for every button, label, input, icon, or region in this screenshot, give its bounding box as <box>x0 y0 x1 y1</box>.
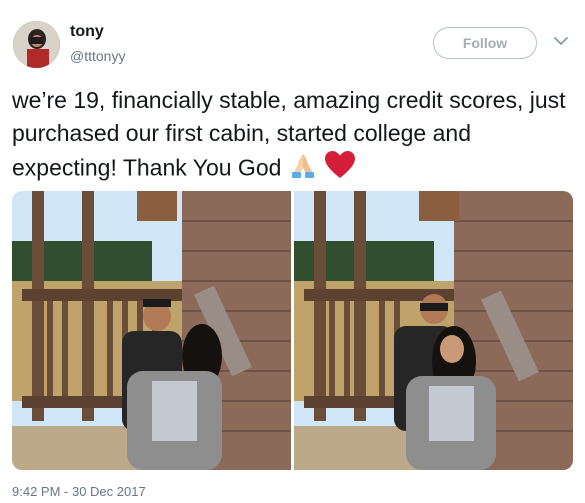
folded-hands-icon <box>288 150 318 189</box>
tweet-text: we’re 19, financially stable, amazing cr… <box>12 84 572 189</box>
author-name[interactable]: tony <box>70 23 104 41</box>
tweet-photo-left[interactable] <box>12 191 291 470</box>
author-handle[interactable]: @tttonyy <box>70 48 125 64</box>
cabin-photo <box>294 191 573 470</box>
cabin-photo <box>12 191 291 470</box>
chevron-down-icon[interactable] <box>554 36 568 46</box>
tweet-photo-right[interactable] <box>294 191 573 470</box>
tweet-timestamp[interactable]: 9:42 PM - 30 Dec 2017 <box>12 484 146 499</box>
avatar[interactable] <box>13 21 60 68</box>
avatar-photo <box>13 21 60 68</box>
red-heart-icon <box>324 150 356 189</box>
follow-button[interactable]: Follow <box>433 27 537 59</box>
